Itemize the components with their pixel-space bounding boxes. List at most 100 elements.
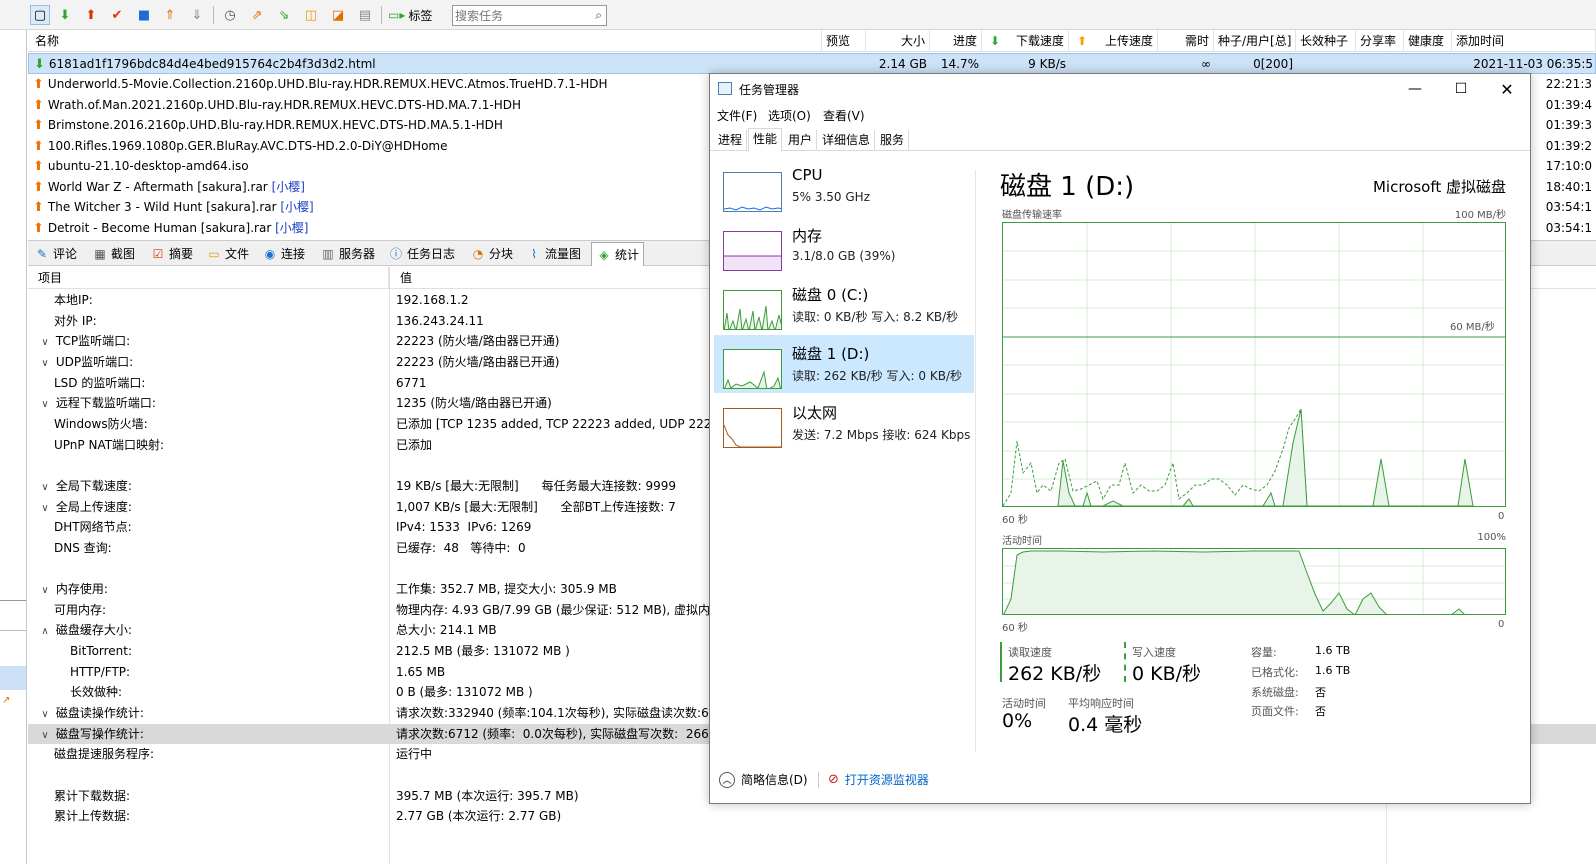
search-icon[interactable]: ⌕ (595, 8, 602, 23)
sidebar-disk0-sub: 读取: 0 KB/秒 写入: 8.2 KB/秒 (792, 310, 959, 324)
pie-icon: ◔ (472, 247, 484, 261)
line-chart-icon: ⌇ (531, 247, 537, 261)
footer-divider (818, 772, 819, 788)
sidebar-item-ethernet[interactable]: 以太网 发送: 7.2 Mbps 接收: 624 Kbps (714, 394, 974, 452)
stats-key-label: 累计下载数据: (54, 788, 131, 803)
tab-processes[interactable]: 进程 (714, 130, 748, 151)
chevron-down-icon[interactable]: ∨ (38, 499, 52, 519)
sidebar-cpu-sub: 5% 3.50 GHz (792, 190, 871, 204)
stats-value: 395.7 MB (本次运行: 395.7 MB) (396, 788, 579, 803)
chevron-down-icon[interactable]: ∨ (38, 333, 52, 353)
fewer-details-button[interactable]: ︿ 简略信息(D) (719, 771, 808, 788)
tab-label: 连接 (281, 247, 306, 261)
stats-key-label: DHT网络节点: (54, 520, 132, 535)
stats-key: 长效做种: (70, 682, 122, 702)
sidebar-item-disk0[interactable]: 磁盘 0 (C:) 读取: 0 KB/秒 写入: 8.2 KB/秒 (714, 276, 974, 334)
stats-key: 累计下载数据: (54, 786, 130, 806)
schedule-icon[interactable]: ◪ (328, 5, 348, 25)
tab-performance[interactable]: 性能 (748, 128, 783, 152)
tag-button[interactable]: ▭▸ 标签 (388, 5, 432, 25)
col-added-time[interactable]: 添加时间 (1452, 30, 1596, 52)
col-size[interactable]: 大小 (866, 30, 930, 52)
rss-icon[interactable]: ◫ (301, 5, 321, 25)
stats-row[interactable]: 累计上传数据: 2.77 GB (本次运行: 2.77 GB) (28, 806, 1596, 827)
tab-files[interactable]: ▭ 文件 (206, 243, 249, 265)
speed-limit-icon[interactable]: ⇗ (247, 5, 267, 25)
chevron-down-icon[interactable]: ∨ (38, 354, 52, 374)
ethernet-thumbnail-graph (723, 408, 782, 448)
task-manager-icon (718, 82, 732, 95)
chevron-down-icon[interactable]: ∨ (38, 705, 52, 725)
sidebar-item-cpu[interactable]: CPU 5% 3.50 GHz (714, 158, 974, 216)
clipboard-icon[interactable]: ▤ (355, 5, 375, 25)
task-tag[interactable]: [小樱] (272, 180, 305, 194)
tab-pieces[interactable]: ◔ 分块 (470, 243, 513, 265)
active-time-stat-value: 0% (1002, 710, 1033, 732)
chevron-down-icon[interactable]: ∨ (38, 581, 52, 601)
tab-connections[interactable]: ◉ 连接 (262, 243, 305, 265)
summary-icon: ☑ (152, 247, 164, 261)
upload-arrow-icon[interactable]: ⬆ (81, 5, 101, 25)
stats-key: ∨ 全局上传速度: (38, 497, 132, 517)
disk-detail-panel: 磁盘 1 (D:) Microsoft 虚拟磁盘 磁盘传输速率 100 MB/秒… (998, 154, 1518, 754)
col-download-speed[interactable]: ⬇ 下载速度 (982, 30, 1069, 52)
sidebar-item-disk1[interactable]: 磁盘 1 (D:) 读取: 262 KB/秒 写入: 0 KB/秒 (714, 335, 974, 393)
tab-summary[interactable]: ☑ 摘要 (150, 243, 193, 265)
download-limit-icon[interactable]: ⇘ (274, 5, 294, 25)
tab-details[interactable]: 详细信息 (818, 130, 876, 151)
chevron-down-icon[interactable]: ∨ (38, 395, 52, 415)
stats-col-item[interactable]: 项目 (28, 267, 389, 289)
sidebar-item-memory[interactable]: 内存 3.1/8.0 GB (39%) (714, 217, 974, 275)
tab-task-log[interactable]: ⓘ 任务日志 (388, 243, 455, 265)
strip-divider (0, 600, 26, 601)
menu-view[interactable]: 查看(V) (823, 107, 865, 124)
stats-key: DHT网络节点: (54, 517, 132, 537)
stats-value: 2.77 GB (本次运行: 2.77 GB) (396, 809, 562, 824)
stats-value: 已添加 (396, 437, 433, 452)
strip-selected-item[interactable] (0, 666, 26, 690)
search-input[interactable] (455, 7, 585, 24)
stats-value: 运行中 (396, 747, 433, 762)
tab-servers[interactable]: ▥ 服务器 (320, 243, 375, 265)
menu-options[interactable]: 选项(O) (768, 107, 811, 124)
task-tag[interactable]: [小樱] (275, 221, 308, 235)
tab-comments[interactable]: ✎ 评论 (34, 243, 77, 265)
stats-key-label: 内存使用: (55, 582, 108, 597)
col-progress[interactable]: 进度 (930, 30, 982, 52)
start-download-icon[interactable]: ⬇ (55, 5, 75, 25)
stop-square-icon[interactable]: ■ (134, 5, 154, 25)
close-button[interactable]: ✕ (1484, 74, 1530, 104)
write-series-area (1057, 408, 1474, 506)
col-preview[interactable]: 预览 (822, 30, 866, 52)
col-eta[interactable]: 需时 (1158, 30, 1214, 52)
move-up-icon[interactable]: ⇑ (160, 5, 180, 25)
menu-file[interactable]: 文件(F) (717, 107, 757, 124)
tab-traffic[interactable]: ⌇ 流量图 (526, 243, 581, 265)
col-long-seed[interactable]: 长效种子 (1296, 30, 1356, 52)
minimize-button[interactable]: — (1392, 74, 1438, 104)
new-task-icon[interactable]: ▢ (30, 5, 50, 25)
tab-screenshots[interactable]: ▦ 截图 (92, 243, 135, 265)
checkmark-icon[interactable]: ✔ (107, 5, 127, 25)
col-share-ratio[interactable]: 分享率 (1356, 30, 1404, 52)
col-name[interactable]: 名称 (28, 30, 822, 52)
col-seeds-peers[interactable]: 种子/用户[总] (1214, 30, 1296, 52)
chevron-down-icon[interactable]: ∨ (38, 726, 52, 746)
move-down-icon[interactable]: ⇓ (187, 5, 207, 25)
read-speed-accent (1000, 642, 1002, 682)
col-upload-speed[interactable]: ⬆ 上传速度 (1069, 30, 1158, 52)
maximize-button[interactable]: ☐ (1438, 74, 1484, 104)
chevron-up-icon[interactable]: ∧ (38, 622, 52, 642)
transfer-rate-max: 100 MB/秒 (1454, 210, 1506, 221)
tab-statistics[interactable]: ◈ 统计 (591, 242, 645, 266)
task-tag[interactable]: [小樱] (280, 200, 313, 214)
clock-icon[interactable]: ◷ (220, 5, 240, 25)
stats-value: 请求次数:332940 (频率:104.1次每秒), 实际磁盘读次数:656 (396, 706, 725, 720)
open-resource-monitor-link[interactable]: ⊘ 打开资源监视器 (828, 771, 929, 788)
col-health[interactable]: 健康度 (1404, 30, 1452, 52)
tab-services[interactable]: 服务 (876, 130, 910, 151)
chevron-down-icon[interactable]: ∨ (38, 478, 52, 498)
stats-col-value[interactable]: 值 (390, 267, 412, 289)
tab-users[interactable]: 用户 (784, 130, 818, 151)
task-row[interactable]: ⬇ 6181ad1f1796bdc84d4e4bed915764c2b4f3d3d… (28, 53, 1596, 74)
